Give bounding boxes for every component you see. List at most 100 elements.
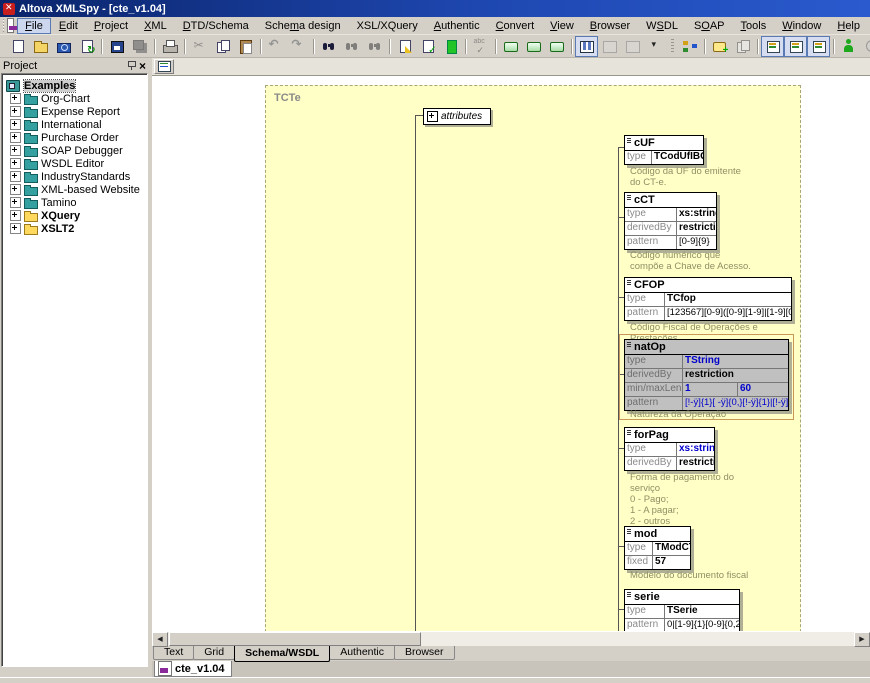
schema-element-cuf[interactable]: cUFtypeTCodUfIBGE	[624, 135, 704, 165]
expand-icon[interactable]	[10, 145, 21, 156]
tree-item-xslt2[interactable]: XSLT2	[2, 222, 147, 235]
view-tab-schema-wsdl[interactable]: Schema/WSDL	[234, 646, 330, 662]
expand-icon[interactable]	[10, 184, 21, 195]
property-row-type[interactable]: typeTCodUfIBGE	[625, 151, 703, 164]
expand-icon[interactable]	[10, 158, 21, 169]
schema-item-3-button[interactable]	[545, 36, 568, 57]
property-row-derivedby[interactable]: derivedByrestriction	[625, 368, 788, 382]
property-row-min-maxlen[interactable]: min/maxLen160	[625, 382, 788, 396]
property-row-pattern[interactable]: pattern[0-9]{9}	[625, 235, 716, 249]
split-window-button[interactable]	[575, 36, 598, 57]
menu-window[interactable]: Window	[774, 18, 829, 34]
schema-element-natop[interactable]: natOptypeTStringderivedByrestrictionmin/…	[624, 339, 789, 411]
property-row-type[interactable]: typexs:string	[625, 443, 714, 456]
reload-file-button[interactable]	[75, 36, 98, 57]
validate-button[interactable]	[416, 36, 439, 57]
menubar-grip[interactable]	[3, 19, 4, 32]
schema-element-forpag[interactable]: forPagtypexs:stringderivedByrestriction	[624, 427, 715, 471]
authentic-view-button[interactable]	[837, 36, 860, 57]
schema-element-mod[interactable]: modtypeTModCTfixed57	[624, 526, 691, 570]
property-row-type[interactable]: typexs:string	[625, 208, 716, 221]
scroll-right-button[interactable]: ▶	[854, 632, 870, 647]
display-option-2-button[interactable]	[784, 36, 807, 57]
close-icon[interactable]: ×	[139, 61, 146, 71]
expand-icon[interactable]	[10, 210, 21, 221]
scrollbar-thumb[interactable]	[169, 632, 421, 646]
cut-button[interactable]	[188, 36, 211, 57]
tree-item-wsdl-editor[interactable]: WSDL Editor	[2, 157, 147, 170]
print-button[interactable]	[158, 36, 181, 57]
find-button[interactable]	[317, 36, 340, 57]
paste-button[interactable]	[234, 36, 257, 57]
tree-item-xml-based-website[interactable]: XML-based Website	[2, 183, 147, 196]
schema-item-1-button[interactable]	[499, 36, 522, 57]
view-tab-grid[interactable]: Grid	[193, 646, 235, 660]
property-row-type[interactable]: typeTString	[625, 355, 788, 368]
menu-convert[interactable]: Convert	[488, 18, 543, 34]
menu-authentic[interactable]: Authentic	[426, 18, 488, 34]
tree-item-tamino[interactable]: Tamino	[2, 196, 147, 209]
tree-item-expense-report[interactable]: Expense Report	[2, 105, 147, 118]
open-file-button[interactable]	[29, 36, 52, 57]
schema-element-cct[interactable]: cCTtypexs:stringderivedByrestrictionpatt…	[624, 192, 717, 250]
expand-icon[interactable]	[10, 119, 21, 130]
expand-icon[interactable]	[10, 197, 21, 208]
expand-icon[interactable]	[10, 106, 21, 117]
schema-element-serie[interactable]: serietypeTSeriepattern0|[1-9]{1}[0-9]{0,…	[624, 589, 740, 631]
tree-item-international[interactable]: International	[2, 118, 147, 131]
window-view-1-button[interactable]	[598, 36, 621, 57]
save-file-button[interactable]	[105, 36, 128, 57]
property-row-pattern[interactable]: pattern0|[1-9]{1}[0-9]{0,2}	[625, 618, 739, 631]
schema-item-2-button[interactable]	[522, 36, 545, 57]
tree-item-purchase-order[interactable]: Purchase Order	[2, 131, 147, 144]
expand-attributes-icon[interactable]	[427, 111, 438, 122]
new-file-button[interactable]	[6, 36, 29, 57]
undo-button[interactable]	[264, 36, 287, 57]
save-all-button[interactable]	[128, 36, 151, 57]
horizontal-scrollbar[interactable]: ◀ ▶	[152, 631, 870, 646]
redo-button[interactable]	[287, 36, 310, 57]
browser-preview-button[interactable]	[860, 36, 870, 57]
menu-xsl-xquery[interactable]: XSL/XQuery	[349, 18, 426, 34]
menu-schema-design[interactable]: Schema design	[257, 18, 349, 34]
schema-design-settings-button[interactable]	[678, 36, 701, 57]
schema-display-button[interactable]	[154, 59, 174, 74]
view-tab-authentic[interactable]: Authentic	[329, 646, 395, 660]
property-row-pattern[interactable]: pattern[123567][0-9]([0-9][1-9]|[1-9][0.…	[625, 306, 791, 320]
document-system-icon[interactable]	[7, 18, 14, 33]
menu-soap[interactable]: SOAP	[686, 18, 733, 34]
open-url-button[interactable]	[52, 36, 75, 57]
attributes-node[interactable]: attributes	[423, 108, 491, 125]
property-row-type[interactable]: typeTSerie	[625, 605, 739, 618]
menu-help[interactable]: Help	[829, 18, 868, 34]
expand-icon[interactable]	[10, 223, 21, 234]
copy-definition-button[interactable]	[731, 36, 754, 57]
document-tab[interactable]: cte_v1.04	[154, 661, 232, 677]
tree-item-org-chart[interactable]: Org-Chart	[2, 92, 147, 105]
menu-edit[interactable]: Edit	[51, 18, 86, 34]
tree-item-industrystandards[interactable]: IndustryStandards	[2, 170, 147, 183]
property-row-type[interactable]: typeTCfop	[625, 293, 791, 306]
property-row-derivedby[interactable]: derivedByrestriction	[625, 221, 716, 235]
property-row-pattern[interactable]: pattern[!-ÿ]{1}[ -ÿ]{0,}[!-ÿ]{1}|[!-ÿ]..…	[625, 396, 788, 410]
schema-element-cfop[interactable]: CFOPtypeTCfoppattern[123567][0-9]([0-9][…	[624, 277, 792, 321]
menu-dtd-schema[interactable]: DTD/Schema	[175, 18, 257, 34]
menu-file[interactable]: File	[17, 18, 51, 34]
add-element-button[interactable]	[708, 36, 731, 57]
copy-button[interactable]	[211, 36, 234, 57]
menu-project[interactable]: Project	[86, 18, 136, 34]
pin-icon[interactable]	[127, 60, 135, 71]
replace-button[interactable]	[363, 36, 386, 57]
property-row-fixed[interactable]: fixed57	[625, 555, 690, 569]
schema-canvas[interactable]: TCTe attributes cUFtypeTCodUfIBGECódigo …	[152, 76, 870, 631]
tree-item-soap-debugger[interactable]: SOAP Debugger	[2, 144, 147, 157]
go-to-definition-button[interactable]	[439, 36, 462, 57]
menu-view[interactable]: View	[542, 18, 582, 34]
property-row-type[interactable]: typeTModCT	[625, 542, 690, 555]
expand-icon[interactable]	[10, 93, 21, 104]
view-tab-browser[interactable]: Browser	[394, 646, 455, 660]
menu-tools[interactable]: Tools	[733, 18, 775, 34]
tree-item-xquery[interactable]: XQuery	[2, 209, 147, 222]
window-view-2-button[interactable]	[621, 36, 644, 57]
expand-icon[interactable]	[10, 132, 21, 143]
